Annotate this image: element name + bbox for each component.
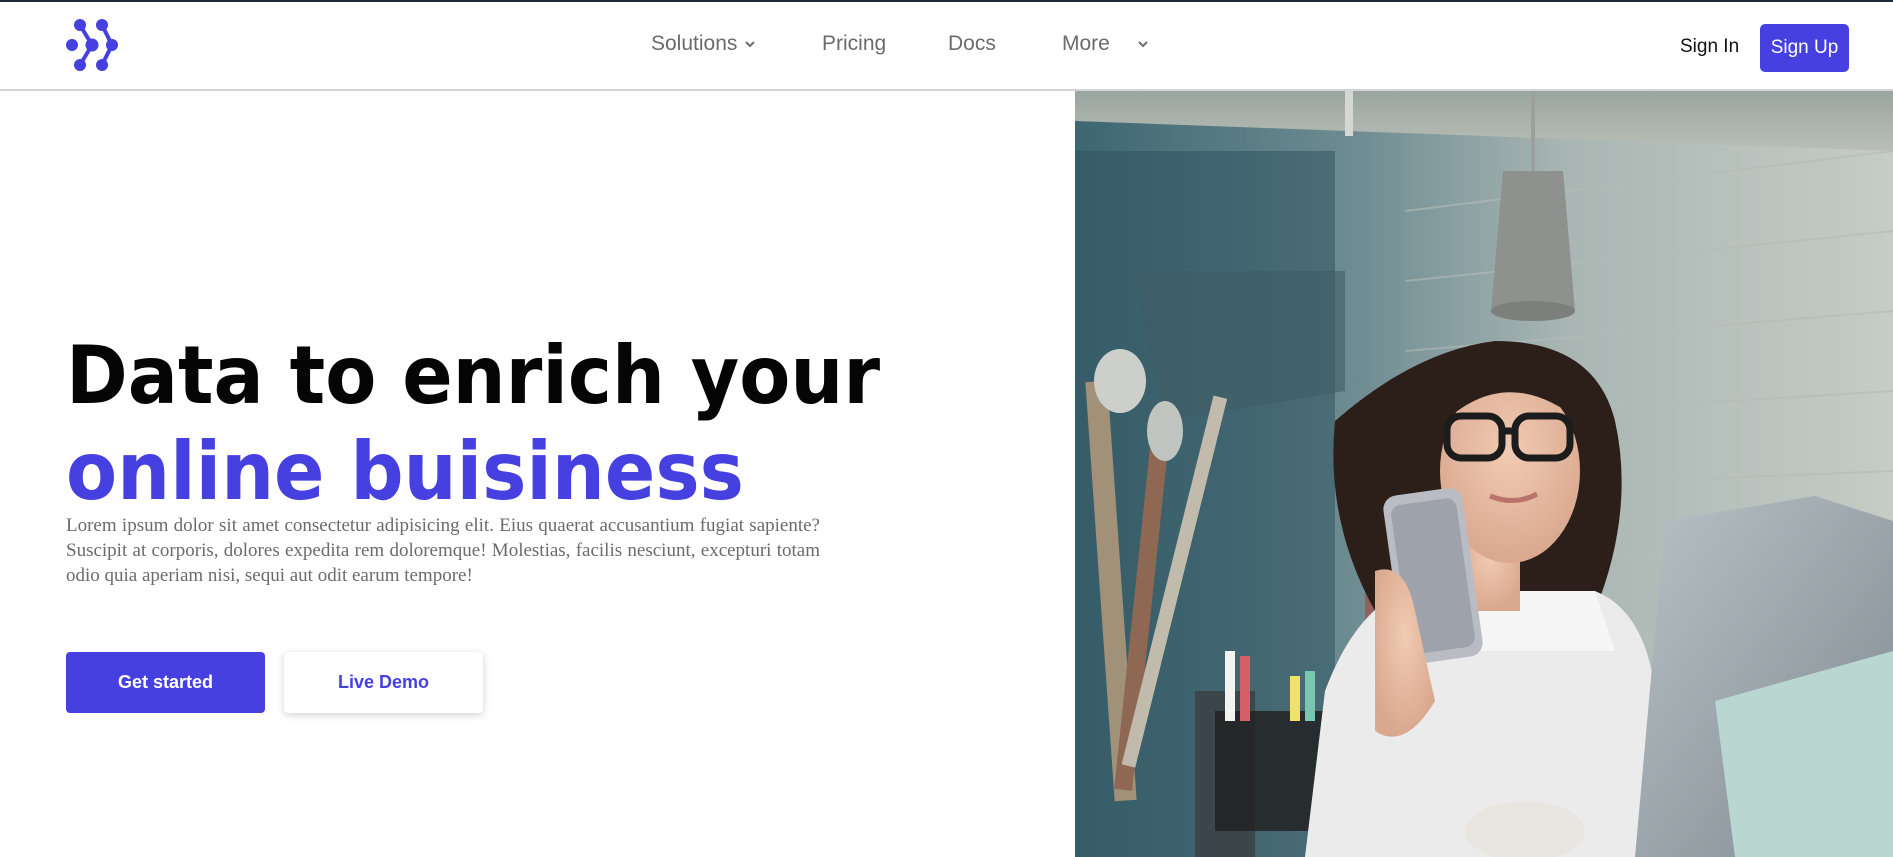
get-started-button[interactable]: Get started [66, 652, 265, 713]
hero-content: Data to enrich your online buisiness Lor… [66, 91, 880, 857]
hero-photo [1075, 91, 1893, 857]
live-demo-button[interactable]: Live Demo [284, 652, 483, 713]
nav-solutions-label: Solutions [651, 32, 738, 55]
chevron-down-icon [1136, 37, 1150, 51]
nav-docs-label: Docs [948, 32, 996, 55]
sign-in-link[interactable]: Sign In [1680, 36, 1739, 58]
nav-solutions[interactable]: Solutions [651, 32, 757, 56]
sign-up-button[interactable]: Sign Up [1760, 24, 1849, 72]
brand-logo-icon[interactable] [66, 19, 122, 71]
hero-lead-text: Lorem ipsum dolor sit amet consectetur a… [66, 515, 820, 586]
nav-pricing-label: Pricing [822, 32, 887, 55]
chevron-down-icon [743, 37, 757, 51]
nav-docs[interactable]: Docs [948, 32, 996, 56]
nav-pricing[interactable]: Pricing [822, 32, 886, 56]
nav-more[interactable]: More [1062, 32, 1150, 56]
hero-headline-line2: online buisiness [66, 425, 744, 518]
hero-headline-line1: Data to enrich your [66, 329, 881, 422]
nav-more-label: More [1062, 32, 1110, 55]
top-navbar: Solutions Pricing Docs More Sign In Sign… [0, 2, 1893, 91]
